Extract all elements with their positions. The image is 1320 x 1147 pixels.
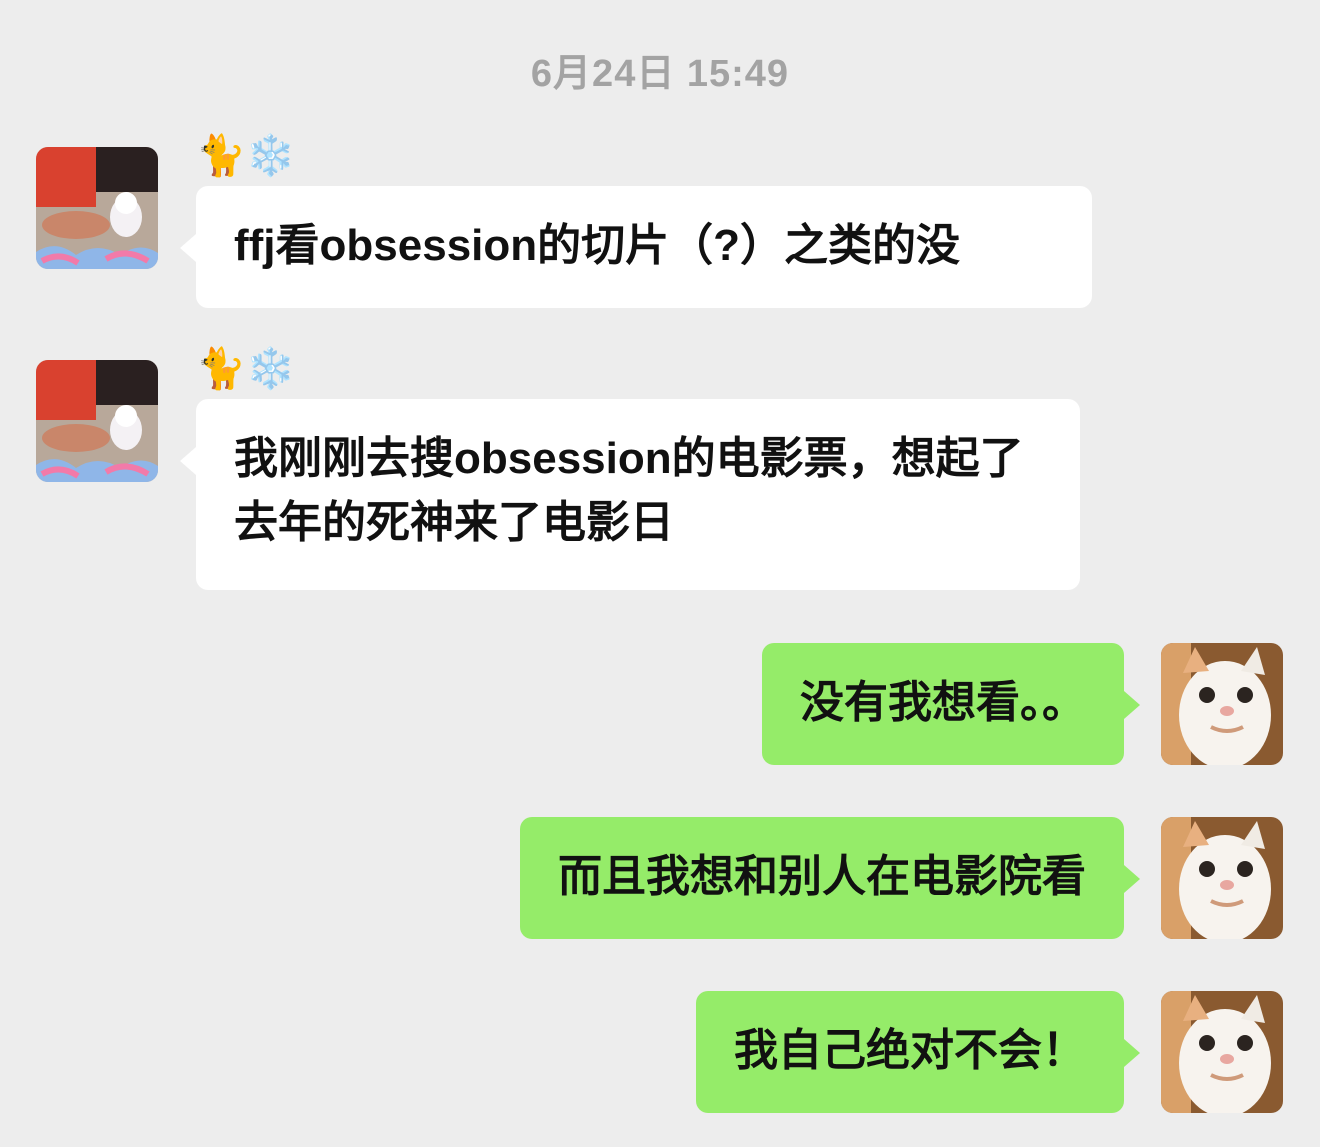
contact-avatar[interactable] — [36, 360, 158, 482]
message-bubble-outgoing[interactable]: 我自己绝对不会！ — [696, 991, 1140, 1113]
sender-name: 🐈❄️ — [196, 134, 296, 178]
my-avatar[interactable] — [1161, 991, 1283, 1113]
message-bubble-incoming[interactable]: ffj看obsession的切片（?）之类的没 — [180, 186, 1092, 308]
message-bubble-outgoing[interactable]: 而且我想和别人在电影院看 — [520, 817, 1140, 939]
my-avatar[interactable] — [1161, 643, 1283, 765]
contact-avatar[interactable] — [36, 147, 158, 269]
message-bubble-incoming[interactable]: 我刚刚去搜obsession的电影票，想起了去年的死神来了电影日 — [180, 399, 1080, 590]
chat-timestamp: 6月24日 15:49 — [530, 53, 790, 95]
message-bubble-outgoing[interactable]: 没有我想看。。 — [762, 643, 1140, 765]
sender-name: 🐈❄️ — [196, 347, 296, 391]
my-avatar[interactable] — [1161, 817, 1283, 939]
